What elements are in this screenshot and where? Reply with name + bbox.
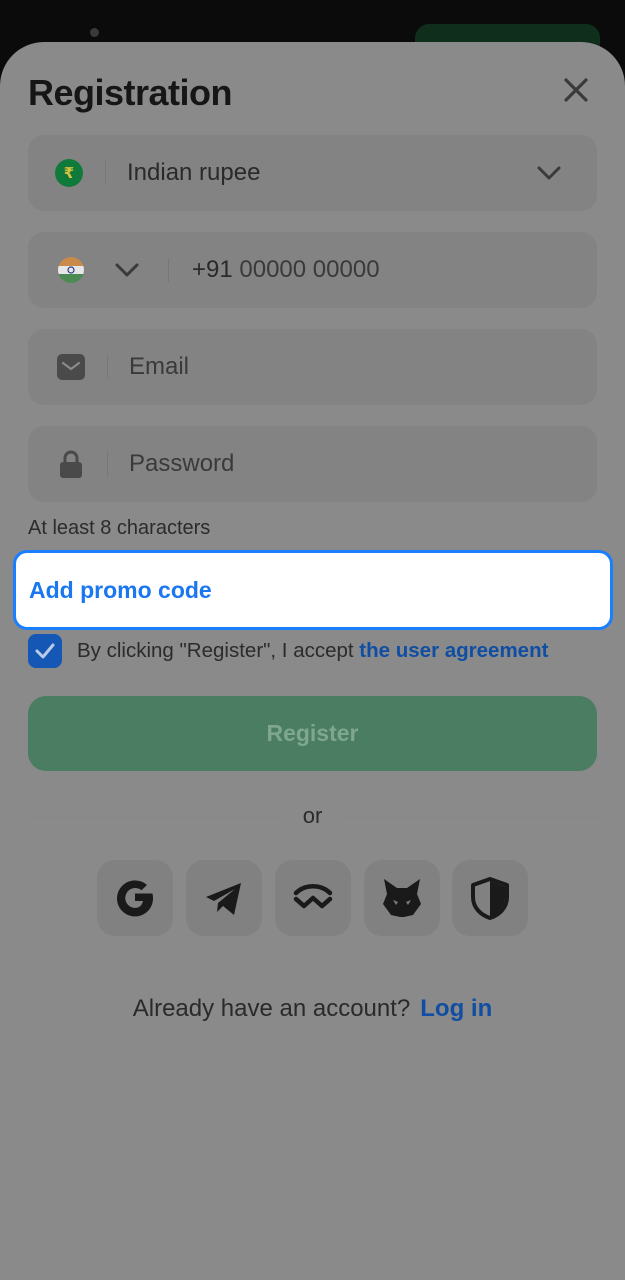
phone-field: +91 00000 00000 (28, 232, 597, 308)
currency-label: Indian rupee (127, 159, 261, 186)
checkmark-icon (35, 643, 55, 659)
currency-select[interactable]: ₹ Indian rupee (28, 135, 597, 211)
country-chevron-down-icon[interactable] (114, 258, 140, 287)
camera-dot (90, 28, 99, 37)
user-agreement-link[interactable]: the user agreement (359, 639, 548, 662)
email-field[interactable]: Email (28, 329, 597, 405)
walletconnect-icon (293, 884, 333, 909)
walletconnect-login-button[interactable] (275, 860, 351, 936)
add-promo-code-button[interactable]: Add promo code (13, 550, 613, 630)
or-label: or (302, 803, 323, 828)
india-flag-icon[interactable] (58, 257, 84, 283)
login-prompt: Already have an account? (132, 995, 411, 1022)
password-field[interactable]: Password (28, 426, 597, 502)
shield-icon (471, 877, 509, 920)
phone-input[interactable]: +91 00000 00000 (192, 232, 380, 308)
field-separator (168, 258, 169, 282)
telegram-login-button[interactable] (186, 860, 262, 936)
password-hint: At least 8 characters (28, 517, 211, 539)
telegram-icon (206, 883, 241, 915)
shield-login-button[interactable] (452, 860, 528, 936)
phone-country-code: +91 (192, 256, 233, 283)
mail-icon (57, 354, 85, 385)
google-icon (117, 880, 154, 917)
phone-placeholder: 00000 00000 (239, 256, 380, 283)
google-login-button[interactable] (97, 860, 173, 936)
page-title: Registration (28, 72, 233, 113)
login-row: Already have an account? Log in (0, 995, 625, 1023)
metamask-login-button[interactable] (364, 860, 440, 936)
register-button[interactable]: Register (28, 696, 597, 771)
agreement-text: By clicking "Register", I accept the use… (77, 639, 548, 663)
email-placeholder: Email (129, 353, 190, 380)
agreement-label: By clicking "Register", I accept (77, 639, 360, 662)
close-icon[interactable] (560, 74, 592, 106)
field-separator (107, 355, 108, 379)
password-placeholder: Password (129, 450, 235, 477)
agreement-row: By clicking "Register", I accept the use… (28, 633, 618, 669)
field-separator (105, 161, 106, 185)
field-separator (107, 452, 108, 476)
agreement-checkbox[interactable] (28, 634, 62, 668)
lock-icon (59, 449, 83, 484)
promo-label: Add promo code (29, 577, 212, 603)
login-link[interactable]: Log in (420, 995, 492, 1022)
rupee-icon: ₹ (55, 159, 83, 187)
metamask-icon (383, 879, 421, 917)
chevron-down-icon (536, 161, 562, 190)
